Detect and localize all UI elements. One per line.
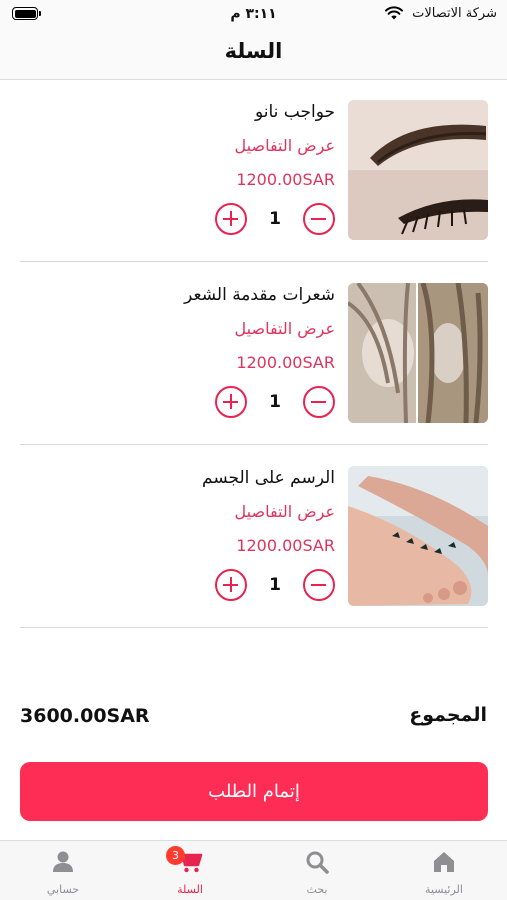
page-title: السلة: [224, 39, 283, 63]
tab-home[interactable]: الرئيسية: [381, 841, 507, 900]
hairline-photo[interactable]: [348, 283, 488, 423]
item-price: 1200.00SAR: [236, 353, 335, 372]
cart-item: الرسم على الجسم عرض التفاصيل 1200.00SAR …: [20, 446, 488, 628]
status-bar: ٣:١١ م شركة الاتصالات: [0, 0, 507, 30]
minus-button[interactable]: [303, 386, 335, 418]
item-name: شعرات مقدمة الشعر: [184, 285, 335, 305]
home-icon: [434, 852, 454, 872]
plus-button[interactable]: [215, 569, 247, 601]
foot-tattoo-photo[interactable]: [348, 466, 488, 606]
eyebrow-photo[interactable]: [348, 100, 488, 240]
nav-header: السلة: [0, 30, 507, 80]
view-details-link[interactable]: عرض التفاصيل: [235, 319, 335, 338]
item-price: 1200.00SAR: [236, 170, 335, 189]
total-label: المجموع: [409, 704, 487, 726]
carrier-name: شركة الاتصالات: [412, 6, 497, 21]
quantity-stepper: 1: [215, 386, 335, 420]
cart-badge: 3: [166, 846, 185, 865]
person-icon: [53, 851, 73, 872]
tab-label: السلة: [177, 883, 203, 896]
minus-icon: [311, 217, 326, 220]
quantity-stepper: 1: [215, 203, 335, 237]
tab-bar: الرئيسية بحث 3 السلة حسابي: [0, 840, 507, 900]
item-price: 1200.00SAR: [236, 536, 335, 555]
tab-label: بحث: [306, 883, 328, 896]
wifi-icon: [385, 6, 403, 20]
quantity-value: 1: [269, 575, 281, 595]
view-details-link[interactable]: عرض التفاصيل: [235, 136, 335, 155]
view-details-link[interactable]: عرض التفاصيل: [235, 502, 335, 521]
minus-icon: [311, 583, 326, 586]
search-icon: [306, 851, 329, 874]
checkout-button[interactable]: إتمام الطلب: [20, 762, 488, 821]
item-name: الرسم على الجسم: [202, 468, 335, 488]
tab-account[interactable]: حسابي: [0, 841, 126, 900]
tab-search[interactable]: بحث: [254, 841, 380, 900]
plus-button[interactable]: [215, 203, 247, 235]
minus-button[interactable]: [303, 203, 335, 235]
cart-item: حواجب نانو عرض التفاصيل 1200.00SAR 1: [20, 80, 488, 262]
quantity-value: 1: [269, 392, 281, 412]
tab-cart[interactable]: 3 السلة: [127, 841, 253, 900]
cart-item: شعرات مقدمة الشعر عرض التفاصيل 1200.00SA…: [20, 263, 488, 445]
quantity-value: 1: [269, 209, 281, 229]
minus-button[interactable]: [303, 569, 335, 601]
total-value: 3600.00SAR: [20, 705, 150, 727]
tab-label: حسابي: [46, 883, 80, 896]
tab-label: الرئيسية: [425, 883, 463, 896]
item-name: حواجب نانو: [254, 102, 335, 122]
minus-icon: [311, 400, 326, 403]
plus-button[interactable]: [215, 386, 247, 418]
quantity-stepper: 1: [215, 569, 335, 603]
